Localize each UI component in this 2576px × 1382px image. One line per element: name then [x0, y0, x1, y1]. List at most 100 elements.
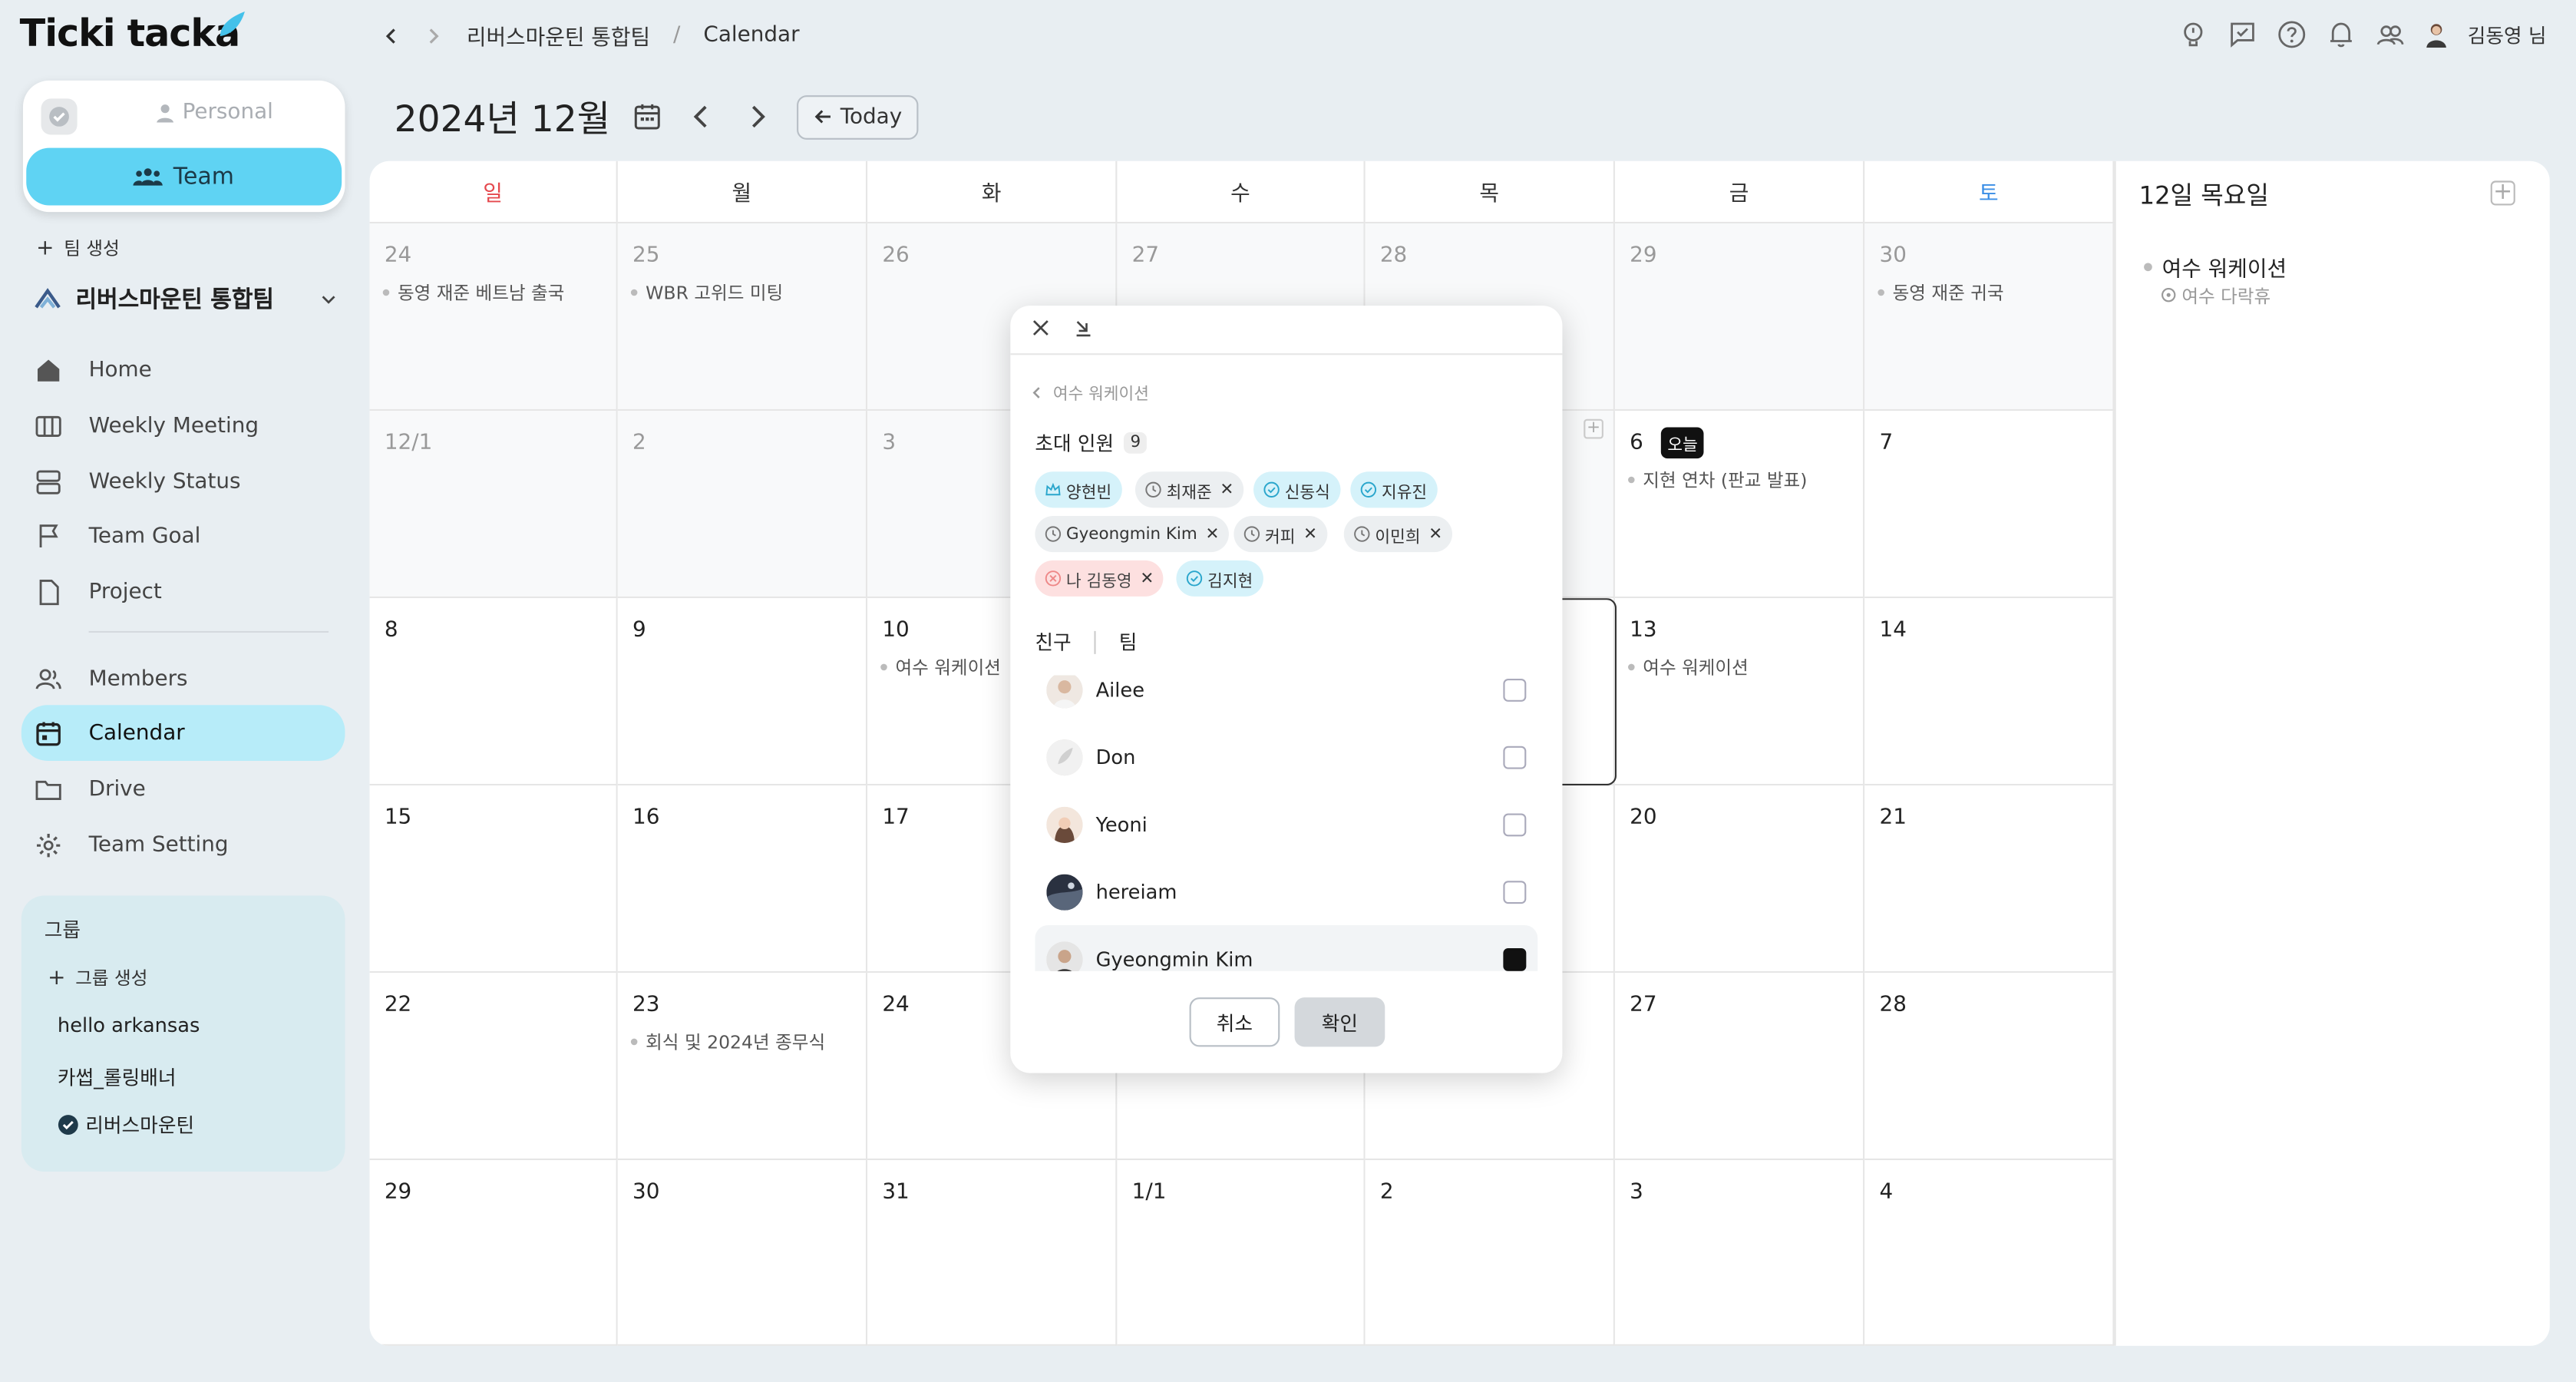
group-item[interactable]: 리버스마운틴 [58, 1111, 194, 1139]
calendar-event[interactable]: WBR 고위드 미팅 [631, 279, 783, 306]
day-cell[interactable]: 4 [1864, 1160, 2115, 1346]
day-cell[interactable]: 2 [1365, 1160, 1615, 1346]
day-cell[interactable]: 29 [369, 1160, 618, 1346]
day-cell[interactable]: 24 동영 재준 베트남 출국 [369, 223, 618, 412]
tab-team[interactable]: 팀 [1119, 628, 1138, 656]
friend-row[interactable]: Don [1035, 723, 1537, 791]
calendar-event[interactable]: 동영 재준 귀국 [1878, 279, 2004, 306]
day-cell[interactable]: 29 [1614, 223, 1865, 412]
confirm-button[interactable]: 확인 [1294, 997, 1385, 1047]
nav-home[interactable]: Home [21, 342, 345, 398]
next-month-icon[interactable] [741, 101, 774, 134]
friend-checkbox[interactable] [1503, 880, 1527, 904]
back-icon[interactable] [381, 25, 401, 45]
day-cell[interactable]: 2 [617, 411, 868, 599]
friends-icon[interactable] [2376, 20, 2406, 50]
day-cell[interactable]: 1/1 [1117, 1160, 1366, 1346]
remove-icon[interactable]: ✕ [1205, 525, 1219, 544]
check-icon[interactable] [41, 98, 78, 135]
invitee-chip[interactable]: 최재준 ✕ [1134, 471, 1244, 508]
prev-month-icon[interactable] [686, 101, 719, 134]
nav-team-goal[interactable]: Team Goal [21, 508, 345, 564]
day-cell[interactable]: 30 동영 재준 귀국 [1864, 223, 2115, 412]
friend-row[interactable]: Yeoni [1035, 790, 1537, 858]
group-item[interactable]: 카썹_롤링배너 [58, 1063, 177, 1091]
nav-weekly-meeting[interactable]: Weekly Meeting [21, 398, 345, 454]
day-cell[interactable]: 21 [1864, 785, 2115, 974]
mode-personal[interactable]: Personal [154, 101, 273, 125]
invitee-chip[interactable]: 커피 ✕ [1234, 516, 1327, 553]
mode-team[interactable]: Team [26, 147, 342, 206]
calendar-picker-icon[interactable] [633, 102, 663, 132]
day-cell[interactable]: 8 [369, 598, 618, 786]
day-cell[interactable]: 28 [1864, 973, 2115, 1161]
calendar-event[interactable]: 회식 및 2024년 종무식 [631, 1029, 825, 1055]
cancel-button[interactable]: 취소 [1189, 997, 1280, 1047]
minimize-icon[interactable] [1073, 317, 1095, 339]
friend-row[interactable]: Ailee [1035, 675, 1537, 723]
calendar-event[interactable]: 지현 연차 (판교 발표) [1628, 467, 1807, 493]
nav-project[interactable]: Project [21, 564, 345, 620]
day-event[interactable]: 여수 워케이션 [2144, 251, 2287, 283]
friend-row[interactable]: Gyeongmin Kim [1035, 924, 1538, 971]
invitee-chip[interactable]: 이민희 ✕ [1343, 516, 1453, 553]
calendar-event[interactable]: 동영 재준 베트남 출국 [383, 279, 564, 306]
forward-icon[interactable] [424, 25, 444, 45]
day-cell[interactable]: 12/1 [369, 411, 618, 599]
invitee-chip[interactable]: 신동식 [1253, 471, 1340, 508]
invitee-chip[interactable]: 지유진 [1350, 471, 1437, 508]
invitee-chip[interactable]: 김지현 [1176, 560, 1263, 597]
friend-checkbox[interactable] [1503, 812, 1527, 836]
close-icon[interactable] [1030, 317, 1052, 339]
invitee-chip[interactable]: 나 김동영 ✕ [1035, 560, 1164, 597]
day-cell[interactable]: 27 [1614, 973, 1865, 1161]
day-cell[interactable]: 16 [617, 785, 868, 974]
add-day-event-icon[interactable]: + [1584, 418, 1603, 439]
friend-checkbox[interactable] [1503, 947, 1527, 970]
calendar-event[interactable]: 여수 워케이션 [1628, 654, 1748, 680]
calendar-event[interactable]: 여수 워케이션 [880, 654, 1000, 680]
day-cell[interactable]: 15 [369, 785, 618, 974]
day-cell[interactable]: 6 오늘 지현 연차 (판교 발표) [1614, 411, 1865, 599]
friend-checkbox[interactable] [1503, 677, 1527, 701]
avatar[interactable] [2425, 21, 2448, 48]
org-selector[interactable]: 리버스마운틴 통합팀 [33, 283, 339, 316]
nav-weekly-status[interactable]: Weekly Status [21, 454, 345, 510]
group-create-button[interactable]: + 그룹 생성 [48, 964, 147, 990]
group-item[interactable]: hello arkansas [58, 1014, 200, 1037]
day-cell[interactable]: 20 [1614, 785, 1865, 974]
day-cell[interactable]: 9 [617, 598, 868, 786]
day-cell[interactable]: 23 회식 및 2024년 종무식 [617, 973, 868, 1161]
friend-checkbox[interactable] [1503, 745, 1527, 769]
day-cell[interactable]: 25 WBR 고위드 미팅 [617, 223, 868, 412]
breadcrumb-team[interactable]: 리버스마운틴 통합팀 [467, 20, 650, 51]
day-cell[interactable]: 31 [867, 1160, 1118, 1346]
modal-back[interactable]: 여수 워케이션 [1030, 379, 1149, 405]
help-icon[interactable] [2277, 20, 2307, 50]
user-name[interactable]: 김동영 님 [2468, 21, 2547, 48]
remove-icon[interactable]: ✕ [1220, 481, 1234, 499]
friend-row[interactable]: hereiam [1035, 858, 1537, 925]
day-cell[interactable]: 30 [617, 1160, 868, 1346]
nav-members[interactable]: Members [21, 651, 345, 707]
tab-friends[interactable]: 친구 [1035, 628, 1071, 656]
day-cell[interactable]: 13 여수 워케이션 [1614, 598, 1865, 786]
day-cell[interactable]: 7 [1864, 411, 2115, 599]
lightbulb-icon[interactable] [2178, 20, 2208, 50]
nav-team-setting[interactable]: Team Setting [21, 817, 345, 873]
team-create-button[interactable]: + 팀 생성 [36, 235, 120, 261]
remove-icon[interactable]: ✕ [1428, 525, 1442, 544]
day-cell[interactable]: 3 [1614, 1160, 1865, 1346]
friend-list[interactable]: Ailee Don Yeoni hereiam Gyeongmin Kim [1035, 675, 1538, 971]
invitee-chip[interactable]: Gyeongmin Kim ✕ [1035, 516, 1230, 553]
remove-icon[interactable]: ✕ [1303, 525, 1317, 544]
add-event-button[interactable]: + [2490, 180, 2515, 206]
chat-check-icon[interactable] [2228, 20, 2257, 50]
nav-drive[interactable]: Drive [21, 761, 345, 817]
nav-calendar[interactable]: Calendar [21, 705, 345, 761]
today-button[interactable]: Today [798, 94, 919, 139]
remove-icon[interactable]: ✕ [1140, 570, 1154, 588]
day-cell[interactable]: 22 [369, 973, 618, 1161]
invitee-chip[interactable]: 양현빈 [1035, 471, 1121, 508]
day-cell[interactable]: 14 [1864, 598, 2115, 786]
